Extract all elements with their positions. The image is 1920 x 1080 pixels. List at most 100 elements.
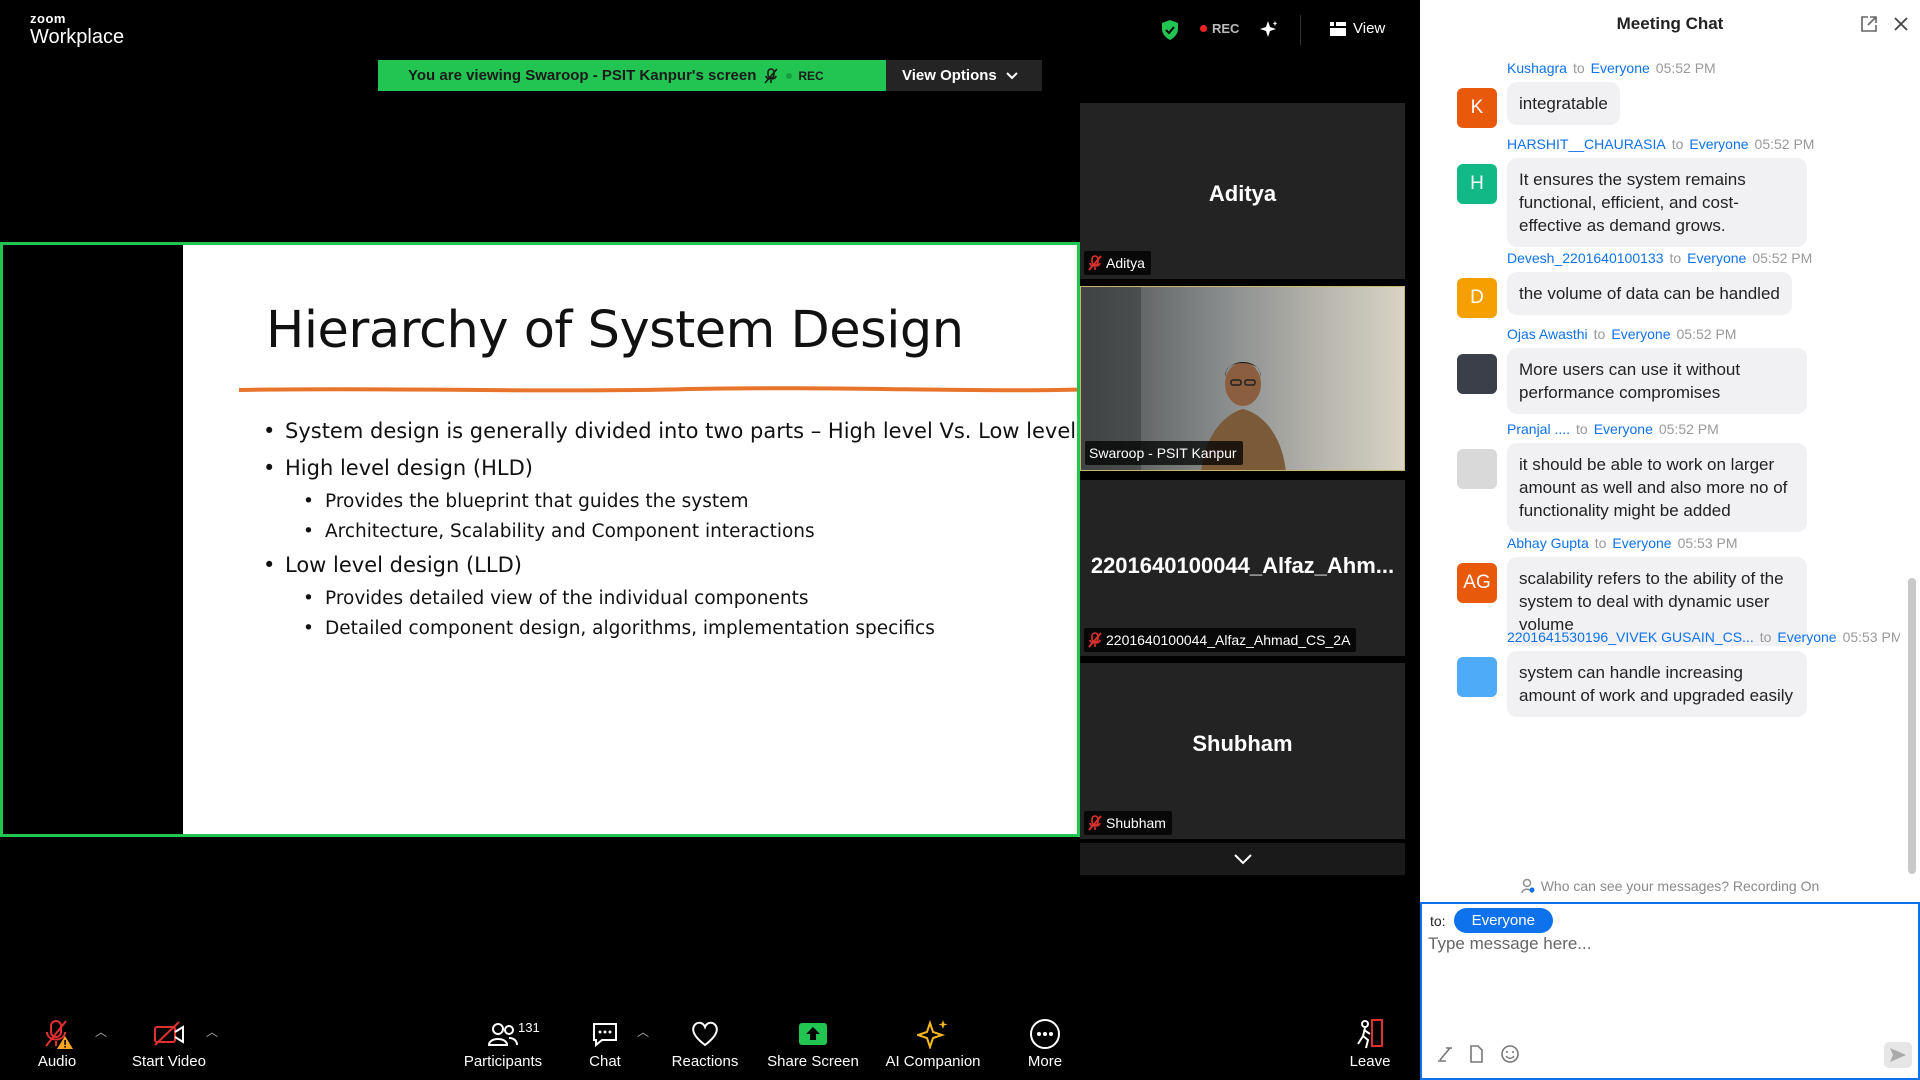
sender-name[interactable]: Pranjal .... xyxy=(1507,421,1570,437)
video-options-caret-icon[interactable]: ︿ xyxy=(206,1023,218,1040)
message-visibility-note[interactable]: Who can see your messages? Recording On xyxy=(1420,878,1920,894)
sender-name[interactable]: Ojas Awasthi xyxy=(1507,326,1588,342)
avatar[interactable] xyxy=(1457,354,1497,394)
app-logo: zoom Workplace xyxy=(30,11,124,49)
top-bar: zoom Workplace REC View xyxy=(0,0,1420,60)
to-word: to xyxy=(1593,326,1606,342)
banner-rec-label: REC xyxy=(798,68,824,83)
participant-tile-aditya[interactable]: Aditya Aditya xyxy=(1080,103,1405,279)
chat-button[interactable]: Chat xyxy=(575,1015,635,1080)
view-label: View xyxy=(1353,20,1386,37)
chevron-down-icon xyxy=(1233,854,1252,865)
more-label: More xyxy=(1027,1053,1063,1070)
format-text-icon[interactable] xyxy=(1436,1044,1456,1064)
message-meta: Kushagra to Everyone 05:52 PM xyxy=(1507,60,1716,76)
chat-label: Chat xyxy=(589,1053,621,1070)
gallery-next-page-button[interactable] xyxy=(1080,843,1405,875)
chat-bubble-icon xyxy=(575,1015,635,1053)
reactions-button[interactable]: Reactions xyxy=(665,1015,745,1080)
avatar[interactable]: D xyxy=(1457,278,1497,318)
avatar[interactable]: AG xyxy=(1457,563,1497,603)
heart-icon xyxy=(665,1015,745,1053)
recording-indicator[interactable]: REC xyxy=(1200,21,1239,36)
recipient-select[interactable]: Everyone xyxy=(1453,908,1553,933)
to-label: to: xyxy=(1430,912,1446,929)
recipient-name: Everyone xyxy=(1611,326,1671,342)
chat-options-caret-icon[interactable]: ︿ xyxy=(637,1023,649,1040)
send-button[interactable] xyxy=(1884,1042,1912,1068)
slide-sub-bullet: Detailed component design, algorithms, i… xyxy=(263,614,1076,644)
recipient-name: Everyone xyxy=(1593,421,1653,437)
participant-tag-label: 2201640100044_Alfaz_Ahmad_CS_2A xyxy=(1106,632,1351,648)
leave-door-icon xyxy=(1340,1015,1400,1053)
avatar[interactable]: K xyxy=(1457,88,1497,128)
audio-label: Audio xyxy=(37,1053,77,1070)
participants-label: Participants xyxy=(463,1053,543,1070)
meeting-toolbar: Audio ︿ Start Video ︿ Participants 131 C… xyxy=(0,1015,1420,1080)
start-video-button[interactable]: Start Video xyxy=(126,1015,212,1080)
avatar[interactable]: H xyxy=(1457,164,1497,204)
ai-sparkle-icon xyxy=(878,1015,988,1053)
participant-tag: Aditya xyxy=(1084,251,1151,275)
message-meta: HARSHIT__CHAURASIA to Everyone 05:52 PM xyxy=(1507,136,1814,152)
presentation-slide: Hierarchy of System Design System design… xyxy=(183,245,1077,834)
topbar-divider xyxy=(1300,15,1301,45)
to-word: to xyxy=(1669,250,1682,266)
ai-companion-label: AI Companion xyxy=(885,1053,981,1070)
message-time: 05:53 PM xyxy=(1842,629,1900,645)
participant-name: Shubham xyxy=(1192,731,1293,756)
leave-button[interactable]: Leave xyxy=(1340,1015,1400,1080)
more-dots-icon xyxy=(1015,1015,1075,1053)
participant-tile-shubham[interactable]: Shubham Shubham xyxy=(1080,663,1405,839)
sender-name[interactable]: 2201641530196_VIVEK GUSAIN_CS... xyxy=(1507,629,1754,645)
more-button[interactable]: More xyxy=(1015,1015,1075,1080)
security-shield-icon[interactable] xyxy=(1161,20,1179,40)
message-time: 05:52 PM xyxy=(1752,250,1813,266)
message-text: it should be able to work on larger amou… xyxy=(1507,443,1807,532)
view-button[interactable]: View xyxy=(1330,20,1385,37)
viewing-screen-notice: You are viewing Swaroop - PSIT Kanpur's … xyxy=(378,60,886,91)
file-attach-icon[interactable] xyxy=(1466,1044,1486,1064)
start-video-label: Start Video xyxy=(132,1053,206,1070)
logo-zoom: zoom xyxy=(30,11,66,26)
chat-scrollbar[interactable] xyxy=(1908,578,1916,874)
slide-title-underline xyxy=(239,386,1077,393)
shared-screen[interactable]: Hierarchy of System Design System design… xyxy=(0,242,1080,837)
slide-sub-bullet: Provides detailed view of the individual… xyxy=(263,584,1076,614)
avatar[interactable] xyxy=(1457,449,1497,489)
audio-options-caret-icon[interactable]: ︿ xyxy=(95,1023,107,1040)
share-screen-button[interactable]: Share Screen xyxy=(763,1015,863,1080)
to-word: to xyxy=(1576,421,1588,437)
popout-icon[interactable] xyxy=(1860,15,1878,33)
meeting-chat-panel: Meeting Chat Kushagra to Everyone 05:52 PM K… xyxy=(1420,0,1920,1080)
participant-tag-label: Shubham xyxy=(1106,815,1166,831)
message-text: the volume of data can be handled xyxy=(1507,272,1792,315)
participant-name: 2201640100044_Alfaz_Ahm... xyxy=(1090,553,1395,578)
emoji-icon[interactable] xyxy=(1500,1044,1520,1064)
avatar[interactable] xyxy=(1457,657,1497,697)
sender-name[interactable]: HARSHIT__CHAURASIA xyxy=(1507,136,1666,152)
participant-count: 131 xyxy=(518,1020,540,1035)
message-meta: Ojas Awasthi to Everyone 05:52 PM xyxy=(1507,326,1736,342)
audio-button[interactable]: Audio xyxy=(22,1015,92,1080)
sender-name[interactable]: Abhay Gupta xyxy=(1507,535,1589,551)
slide-bullet: System design is generally divided into … xyxy=(263,413,1076,450)
visibility-note-text: Who can see your messages? Recording On xyxy=(1540,878,1820,894)
sender-name[interactable]: Devesh_2201640100133 xyxy=(1507,250,1663,266)
close-icon[interactable] xyxy=(1892,15,1910,33)
participant-tile-alfaz[interactable]: 2201640100044_Alfaz_Ahm... 2201640100044… xyxy=(1080,480,1405,656)
to-word: to xyxy=(1759,629,1772,645)
message-time: 05:52 PM xyxy=(1676,326,1737,342)
chat-header: Meeting Chat xyxy=(1420,0,1920,50)
ai-sparkle-icon[interactable] xyxy=(1260,20,1278,38)
view-options-button[interactable]: View Options xyxy=(886,60,1042,91)
slide-bullet: Low level design (LLD) xyxy=(263,547,1076,584)
message-meta: Abhay Gupta to Everyone 05:53 PM xyxy=(1507,535,1738,551)
participant-tile-swaroop-video[interactable]: Swaroop - PSIT Kanpur xyxy=(1080,286,1405,471)
message-input[interactable] xyxy=(1428,934,1908,1014)
sender-name[interactable]: Kushagra xyxy=(1507,60,1567,76)
message-meta: 2201641530196_VIVEK GUSAIN_CS... to Everyo… xyxy=(1507,629,1900,645)
chat-message-list[interactable]: Kushagra to Everyone 05:52 PM Kintegratable H… xyxy=(1420,60,1900,870)
participant-tag: Swaroop - PSIT Kanpur xyxy=(1085,441,1243,465)
ai-companion-button[interactable]: AI Companion xyxy=(878,1015,988,1080)
